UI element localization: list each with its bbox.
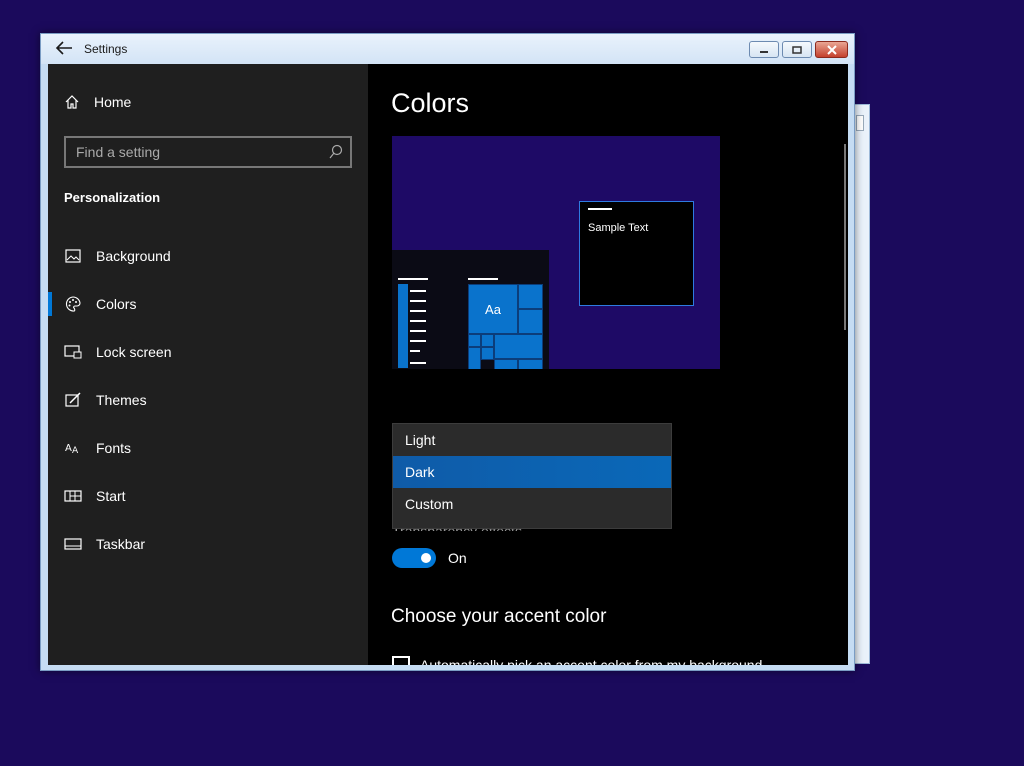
auto-pick-checkbox[interactable] bbox=[392, 656, 410, 665]
page-title: Colors bbox=[391, 88, 470, 118]
preview-tile bbox=[468, 334, 481, 347]
preview-line bbox=[410, 300, 426, 302]
sidebar-item-start[interactable]: Start bbox=[48, 472, 368, 520]
dropdown-option-dark[interactable]: Dark bbox=[393, 456, 671, 488]
preview-line bbox=[468, 278, 498, 280]
minimize-icon bbox=[760, 50, 768, 53]
sidebar: Home Find a setting Personalization Back… bbox=[48, 64, 368, 665]
color-mode-dropdown[interactable]: Light Dark Custom bbox=[392, 423, 672, 529]
transparency-toggle-row: On bbox=[392, 548, 467, 568]
sidebar-item-themes[interactable]: Themes bbox=[48, 376, 368, 424]
toggle-state-label: On bbox=[448, 550, 467, 566]
window-title: Settings bbox=[84, 42, 128, 56]
search-icon[interactable] bbox=[328, 144, 344, 160]
sidebar-item-label: Lock screen bbox=[96, 344, 172, 360]
preview-tile bbox=[468, 347, 481, 369]
preview-line bbox=[410, 362, 426, 364]
accent-color-heading: Choose your accent color bbox=[391, 606, 607, 627]
sidebar-item-label: Colors bbox=[96, 296, 137, 312]
transparency-toggle[interactable] bbox=[392, 548, 436, 568]
svg-text:A: A bbox=[65, 443, 72, 454]
sidebar-item-label: Themes bbox=[96, 392, 147, 408]
preview-tile bbox=[494, 359, 518, 369]
themes-icon bbox=[64, 391, 82, 409]
preview-window: Sample Text bbox=[579, 201, 694, 306]
scrollbar[interactable] bbox=[844, 144, 846, 330]
home-link[interactable]: Home bbox=[64, 94, 131, 110]
preview-tile bbox=[518, 284, 543, 309]
picture-icon bbox=[64, 247, 82, 265]
auto-pick-label: Automatically pick an accent color from … bbox=[420, 657, 763, 665]
preview-tile bbox=[518, 309, 543, 334]
preview-tile-large: Aa bbox=[468, 284, 518, 334]
taskbar-icon bbox=[64, 535, 82, 553]
sidebar-item-lock-screen[interactable]: Lock screen bbox=[48, 328, 368, 376]
settings-client-area: Home Find a setting Personalization Back… bbox=[48, 64, 848, 665]
palette-icon bbox=[64, 295, 82, 313]
preview-tile bbox=[481, 334, 494, 347]
preview-tile-text: Aa bbox=[485, 301, 501, 317]
sidebar-item-background[interactable]: Background bbox=[48, 232, 368, 280]
search-input[interactable]: Find a setting bbox=[64, 136, 352, 168]
home-label: Home bbox=[94, 94, 132, 110]
main-content: Colors Aa Sample Text Light Dark Custom … bbox=[368, 64, 848, 665]
sidebar-item-label: Taskbar bbox=[96, 536, 146, 552]
preview-tile bbox=[481, 347, 494, 360]
sidebar-item-fonts[interactable]: AA Fonts bbox=[48, 424, 368, 472]
preview-start-menu: Aa bbox=[392, 250, 549, 369]
lock-screen-icon bbox=[64, 343, 82, 361]
dropdown-option-light[interactable]: Light bbox=[393, 424, 671, 456]
maximize-button[interactable] bbox=[782, 41, 812, 58]
section-title: Personalization bbox=[64, 190, 161, 205]
preview-tile bbox=[518, 359, 543, 369]
start-icon bbox=[64, 487, 82, 505]
preview-line bbox=[410, 330, 426, 332]
sidebar-item-label: Start bbox=[96, 488, 126, 504]
preview-sample-text: Sample Text bbox=[588, 222, 649, 234]
close-button[interactable] bbox=[815, 41, 848, 58]
preview-window-line bbox=[588, 208, 612, 210]
theme-preview: Aa Sample Text bbox=[392, 136, 720, 369]
preview-line bbox=[410, 310, 426, 312]
back-arrow-icon bbox=[55, 41, 72, 55]
minimize-button[interactable] bbox=[749, 41, 779, 58]
preview-line bbox=[410, 320, 426, 322]
toggle-knob bbox=[421, 553, 431, 563]
preview-line bbox=[410, 290, 426, 292]
sidebar-item-colors[interactable]: Colors bbox=[48, 280, 368, 328]
background-window-button bbox=[856, 115, 864, 131]
preview-line bbox=[398, 278, 428, 280]
svg-text:A: A bbox=[72, 446, 79, 455]
preview-tile bbox=[494, 334, 543, 359]
dropdown-option-custom[interactable]: Custom bbox=[393, 488, 671, 520]
sidebar-item-label: Fonts bbox=[96, 440, 132, 456]
preview-sidebar-strip bbox=[398, 284, 408, 368]
sidebar-item-taskbar[interactable]: Taskbar bbox=[48, 520, 368, 568]
preview-line bbox=[410, 340, 426, 342]
search-placeholder: Find a setting bbox=[76, 144, 161, 160]
sidebar-nav: Background Colors Lock screen Themes A A… bbox=[48, 232, 368, 568]
settings-window: Settings Home Find a setting Personaliza… bbox=[40, 33, 855, 671]
fonts-icon: AA bbox=[64, 439, 82, 457]
auto-pick-accent-row[interactable]: Automatically pick an accent color from … bbox=[392, 656, 762, 665]
maximize-icon bbox=[792, 45, 802, 54]
preview-line bbox=[410, 350, 420, 352]
title-bar: Settings bbox=[41, 34, 854, 64]
home-icon bbox=[65, 95, 79, 109]
sidebar-item-label: Background bbox=[96, 248, 171, 264]
close-icon bbox=[826, 44, 837, 55]
back-button[interactable] bbox=[53, 38, 75, 58]
